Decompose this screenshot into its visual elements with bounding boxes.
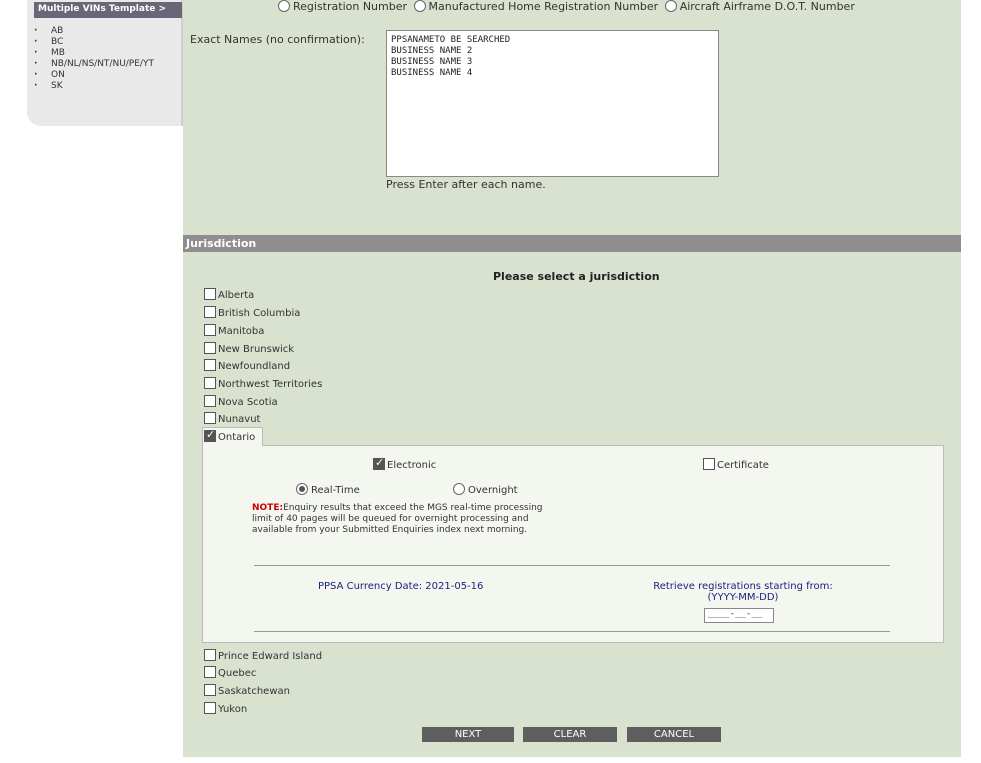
note-text: Enquiry results that exceed the MGS real… (252, 503, 543, 535)
jurisdiction-newfoundland[interactable]: Newfoundland (204, 359, 290, 372)
certificate-option[interactable]: Certificate (703, 458, 769, 471)
retrieve-start-date-input[interactable]: ____-__-__ (704, 608, 774, 623)
multiple-vins-template-link[interactable]: Multiple VINs Template > (34, 2, 182, 18)
jurisdiction-yukon[interactable]: Yukon (204, 702, 247, 715)
jurisdiction-label: Alberta (218, 290, 255, 301)
cancel-button[interactable]: CANCEL (627, 727, 721, 742)
jurisdiction-northwest-territories[interactable]: Northwest Territories (204, 377, 322, 390)
checkbox-icon[interactable] (204, 306, 216, 318)
jurisdiction-label: Prince Edward Island (218, 651, 323, 662)
checkbox-icon[interactable] (204, 666, 216, 678)
checkbox-icon[interactable] (204, 342, 216, 354)
note-prefix: NOTE: (252, 503, 284, 513)
exact-names-textarea[interactable]: PPSANAMETO BE SEARCHED BUSINESS NAME 2 B… (386, 30, 719, 177)
jurisdiction-saskatchewan[interactable]: Saskatchewan (204, 684, 290, 697)
jurisdiction-new-brunswick[interactable]: New Brunswick (204, 342, 294, 355)
jurisdiction-section-header: Jurisdiction (183, 235, 961, 252)
option-label: Manufactured Home Registration Number (428, 0, 659, 13)
jurisdiction-label: Nunavut (218, 414, 261, 425)
checkbox-icon[interactable] (703, 458, 715, 470)
ontario-options-panel: Electronic Certificate Real-Time Overnig… (202, 445, 944, 643)
jurisdiction-label: Ontario (218, 432, 256, 443)
sidebar-item-sk[interactable]: SK (34, 81, 154, 92)
processing-note: NOTE:Enquiry results that exceed the MGS… (252, 503, 562, 536)
checkbox-icon[interactable] (204, 649, 216, 661)
option-label: Overnight (468, 485, 518, 496)
divider (254, 565, 890, 566)
real-time-option[interactable]: Real-Time (296, 483, 360, 496)
option-label: Real-Time (311, 485, 360, 496)
jurisdiction-label: British Columbia (218, 308, 301, 319)
checkbox-icon[interactable] (204, 412, 216, 424)
radio-icon[interactable] (278, 0, 290, 12)
radio-icon[interactable] (413, 0, 426, 12)
electronic-option[interactable]: Electronic (373, 456, 437, 471)
overnight-option[interactable]: Overnight (453, 483, 518, 496)
jurisdiction-label: New Brunswick (218, 344, 295, 355)
checkbox-checked-icon[interactable] (204, 428, 216, 442)
jurisdiction-prince-edward-island[interactable]: Prince Edward Island (204, 649, 322, 662)
jurisdiction-alberta[interactable]: Alberta (204, 288, 254, 301)
radio-selected-icon[interactable] (296, 483, 308, 495)
checkbox-icon[interactable] (204, 288, 216, 300)
checkbox-icon[interactable] (204, 377, 216, 389)
jurisdiction-label: Nova Scotia (218, 397, 278, 408)
jurisdiction-ontario-tab[interactable]: Ontario (202, 427, 263, 446)
option-label: Certificate (717, 460, 769, 471)
checkbox-icon[interactable] (204, 684, 216, 696)
jurisdiction-label: Saskatchewan (218, 686, 290, 697)
clear-button[interactable]: CLEAR (523, 727, 617, 742)
ppsa-currency-date: PPSA Currency Date: 2021-05-16 (318, 581, 484, 592)
next-button[interactable]: NEXT (422, 727, 514, 742)
jurisdiction-label: Northwest Territories (218, 379, 323, 390)
main-panel: Registration Number Manufactured Home Re… (183, 0, 961, 757)
sidebar-item-mb[interactable]: MB (34, 48, 154, 59)
checkbox-icon[interactable] (204, 359, 216, 371)
jurisdiction-nunavut[interactable]: Nunavut (204, 412, 260, 425)
checkbox-icon[interactable] (204, 702, 216, 714)
jurisdiction-label: Yukon (218, 704, 248, 715)
divider (254, 631, 890, 632)
checkbox-icon[interactable] (204, 395, 216, 407)
jurisdiction-label: Quebec (218, 668, 257, 679)
option-label: Aircraft Airframe D.O.T. Number (679, 0, 855, 13)
jurisdiction-label: Manitoba (218, 326, 265, 337)
search-type-manufactured-home[interactable]: Manufactured Home Registration Number (413, 0, 659, 13)
date-format-hint: (YYYY-MM-DD) (707, 592, 779, 603)
radio-icon[interactable] (453, 483, 465, 495)
search-type-options: Registration Number Manufactured Home Re… (278, 0, 858, 13)
retrieve-from-label: Retrieve registrations starting from: (Y… (623, 581, 863, 603)
sidebar-item-ab[interactable]: AB (34, 26, 154, 37)
checkbox-icon[interactable] (204, 324, 216, 336)
search-type-aircraft-airframe[interactable]: Aircraft Airframe D.O.T. Number (664, 0, 855, 13)
jurisdiction-label: Newfoundland (218, 361, 291, 372)
exact-names-hint: Press Enter after each name. (386, 178, 546, 191)
jurisdiction-nova-scotia[interactable]: Nova Scotia (204, 395, 278, 408)
jurisdiction-prompt: Please select a jurisdiction (493, 270, 660, 283)
retrieve-label: Retrieve registrations starting from: (653, 581, 833, 592)
exact-names-label: Exact Names (no confirmation): (190, 33, 365, 46)
jurisdiction-manitoba[interactable]: Manitoba (204, 324, 264, 337)
checkbox-checked-icon[interactable] (373, 456, 385, 470)
jurisdiction-quebec[interactable]: Quebec (204, 666, 256, 679)
sidebar: Multiple VINs Template > AB BC MB NB/NL/… (27, 0, 183, 126)
sidebar-item-atlantic-territories[interactable]: NB/NL/NS/NT/NU/PE/YT (34, 59, 154, 70)
sidebar-item-on[interactable]: ON (34, 70, 154, 81)
jurisdiction-british-columbia[interactable]: British Columbia (204, 306, 300, 319)
option-label: Electronic (387, 460, 437, 471)
sidebar-list: AB BC MB NB/NL/NS/NT/NU/PE/YT ON SK (34, 26, 154, 92)
option-label: Registration Number (293, 0, 408, 13)
sidebar-item-bc[interactable]: BC (34, 37, 154, 48)
search-type-registration-number[interactable]: Registration Number (278, 0, 407, 13)
radio-icon[interactable] (664, 0, 677, 12)
